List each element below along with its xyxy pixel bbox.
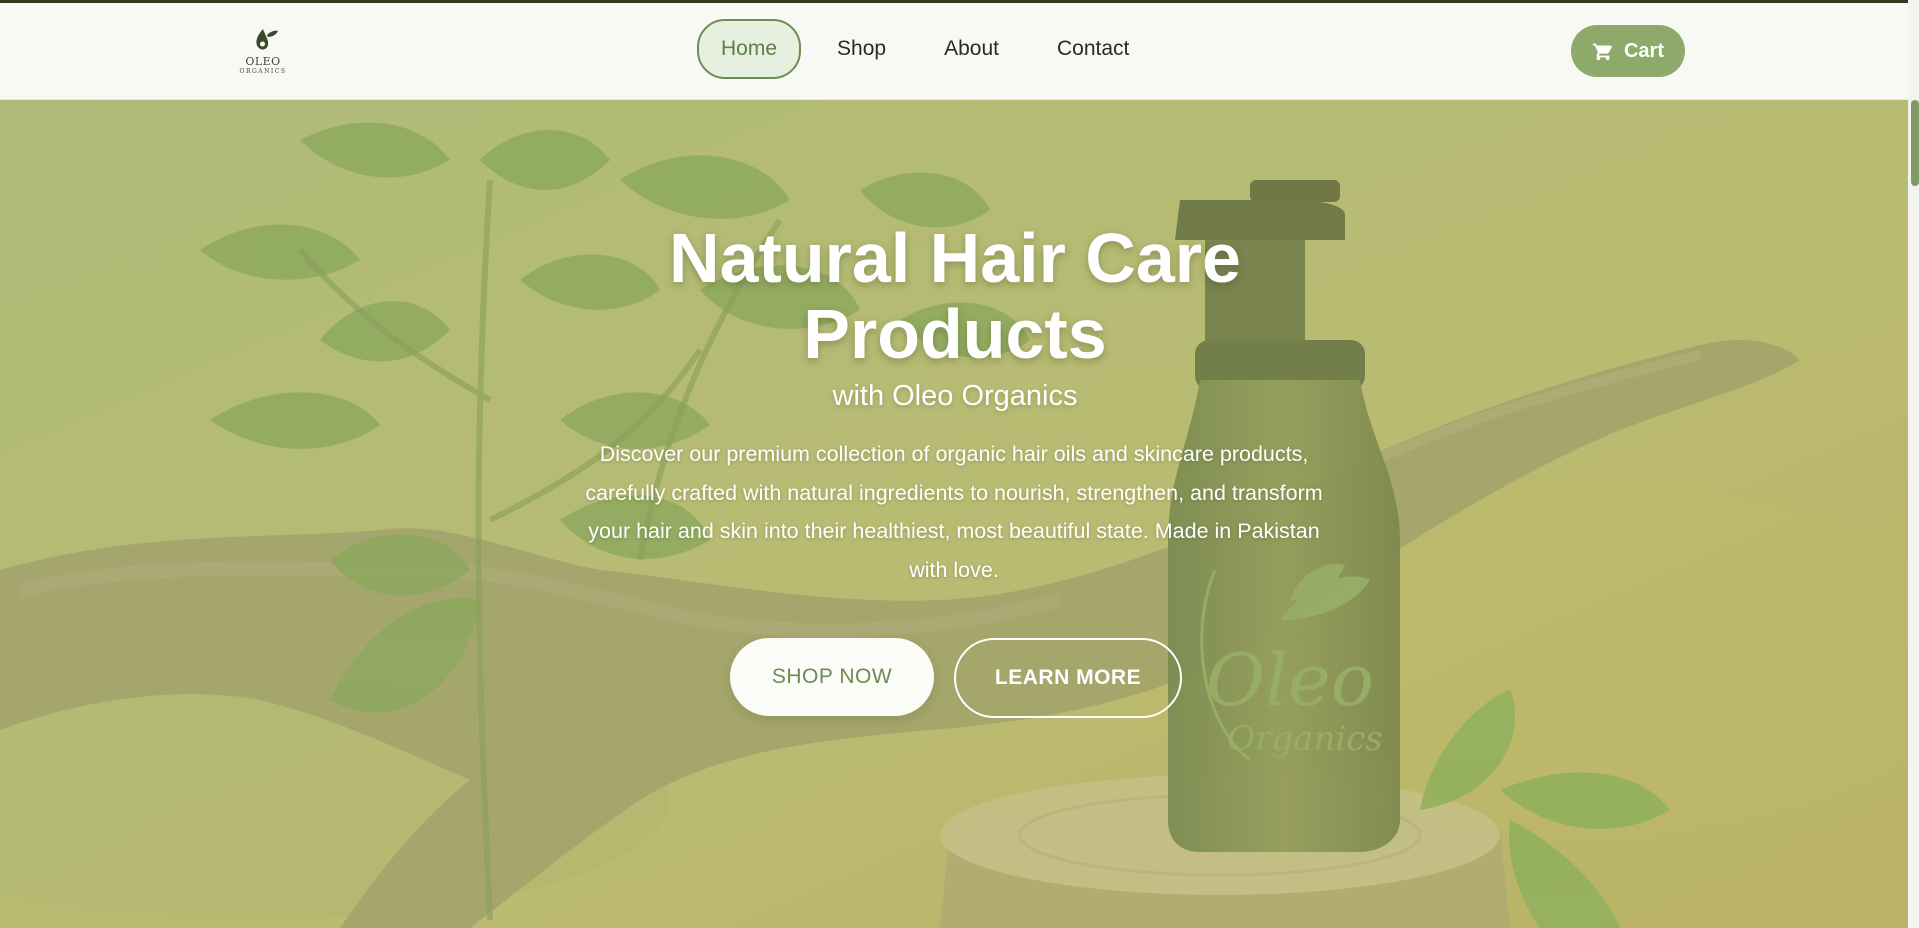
logo-subtitle: ORGANICS xyxy=(239,68,287,75)
leaf-drop-icon xyxy=(256,29,278,50)
shop-now-button[interactable]: SHOP NOW xyxy=(730,638,934,716)
main-nav: Home Shop About Contact xyxy=(697,19,1165,79)
hero-section: Oleo Organics Natural Hair Care Products… xyxy=(0,100,1908,928)
cart-icon xyxy=(1592,43,1613,61)
top-border xyxy=(0,0,1919,3)
hero-title: Natural Hair Care Products xyxy=(669,219,1241,373)
hero-subtitle: with Oleo Organics xyxy=(832,380,1078,412)
hero-description: Discover our premium collection of organ… xyxy=(585,442,1323,582)
nav-contact[interactable]: Contact xyxy=(1035,21,1151,77)
site-header: OLEO ORGANICS Home Shop About Contact Ca… xyxy=(0,3,1908,100)
brand-logo[interactable]: OLEO ORGANICS xyxy=(236,25,290,79)
nav-shop[interactable]: Shop xyxy=(815,21,908,77)
nav-home[interactable]: Home xyxy=(697,19,802,79)
cart-button[interactable]: Cart xyxy=(1571,25,1685,77)
scrollbar-thumb[interactable] xyxy=(1911,100,1919,186)
learn-more-button[interactable]: LEARN MORE xyxy=(954,638,1182,718)
nav-about[interactable]: About xyxy=(922,21,1021,77)
cart-label: Cart xyxy=(1623,39,1664,62)
logo-wordmark: OLEO xyxy=(245,55,281,68)
